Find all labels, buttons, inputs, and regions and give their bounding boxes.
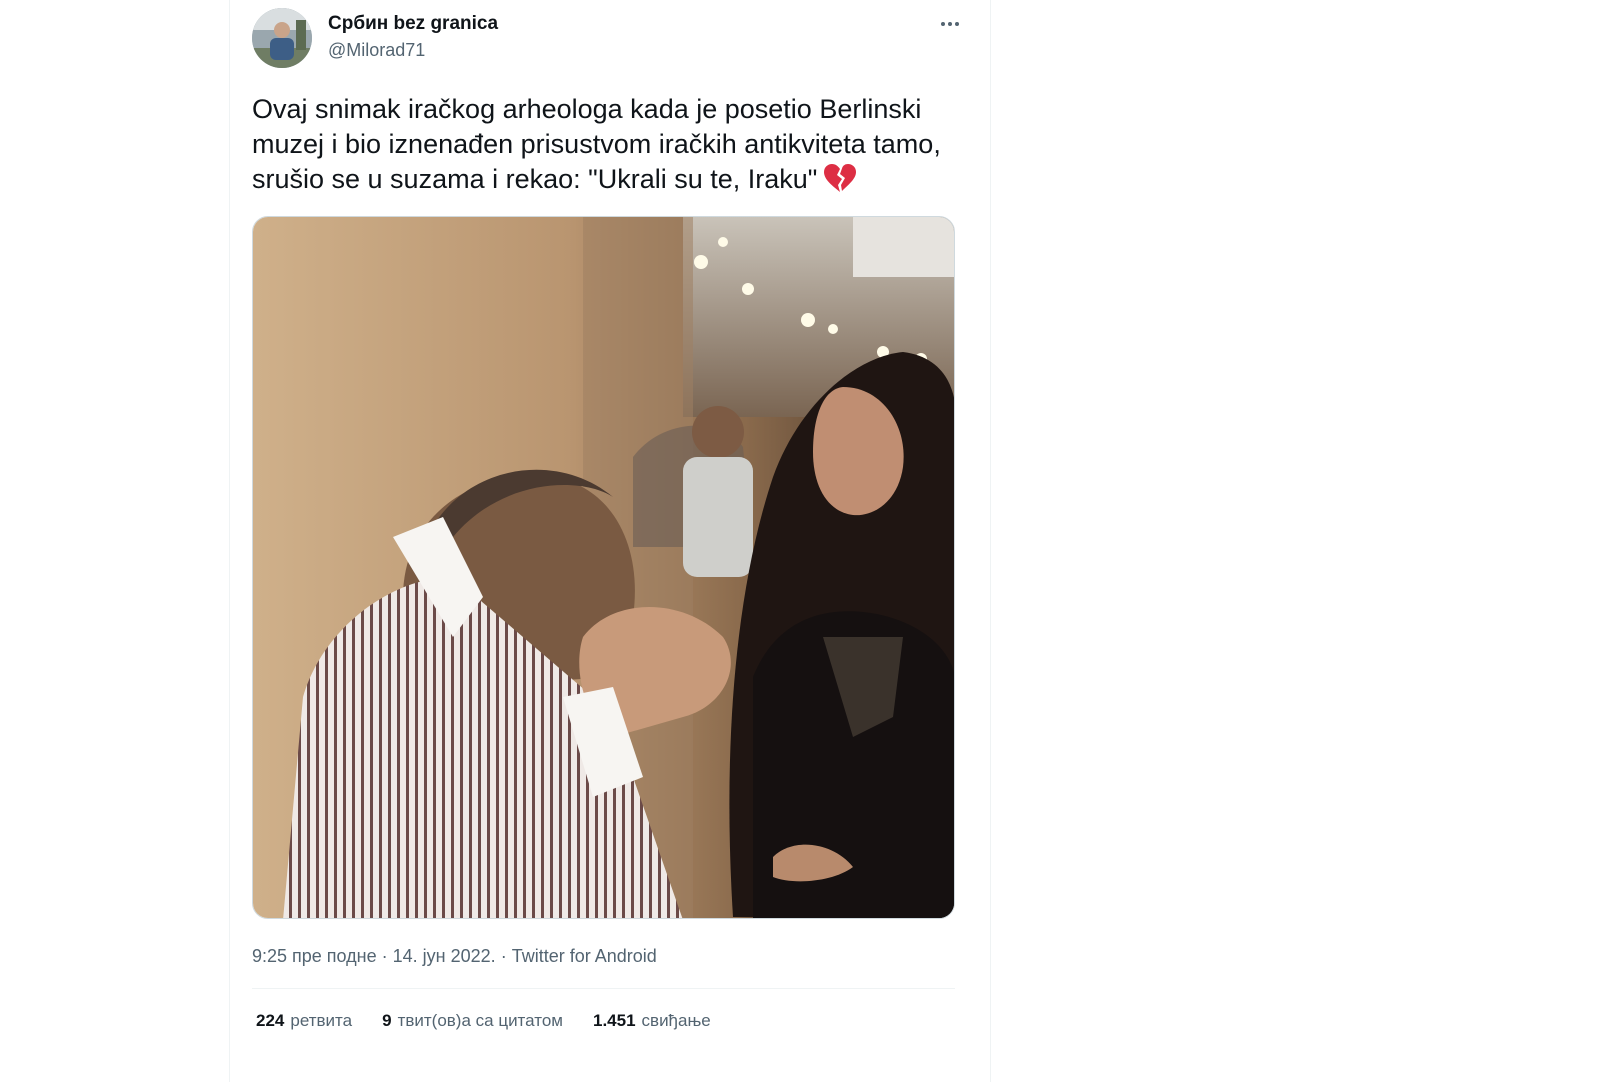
meta-separator: ·: [500, 946, 507, 966]
retweets-label: ретвита: [290, 1011, 353, 1030]
photo-image: [253, 217, 954, 918]
likes-label: свиђање: [641, 1011, 711, 1030]
tweet-column: Србин bez granica @Milorad71 Ovaj snimak…: [229, 0, 991, 1082]
author-info: Србин bez granica @Milorad71: [328, 12, 498, 62]
retweets-stat[interactable]: 224 ретвита: [256, 1010, 352, 1032]
broken-heart-icon: [823, 163, 857, 202]
quotes-label: твит(ов)а са цитатом: [397, 1011, 563, 1030]
tweet-photo[interactable]: [252, 216, 955, 919]
more-dot-icon: [941, 22, 945, 26]
quotes-stat[interactable]: 9 твит(ов)а са цитатом: [382, 1010, 563, 1032]
divider: [252, 988, 955, 989]
tweet-time[interactable]: 9:25 пре подне: [252, 946, 377, 966]
meta-separator: ·: [381, 946, 388, 966]
tweet-source[interactable]: Twitter for Android: [512, 946, 657, 966]
more-dot-icon: [955, 22, 959, 26]
avatar[interactable]: [252, 8, 312, 68]
tweet: Србин bez granica @Milorad71 Ovaj snimak…: [252, 8, 970, 1032]
tweet-stats: 224 ретвита 9 твит(ов)а са цитатом 1.451 св…: [252, 1010, 970, 1032]
quotes-count: 9: [382, 1011, 392, 1030]
tweet-header: Србин bez granica @Milorad71: [252, 8, 970, 70]
more-options-button[interactable]: [934, 12, 966, 36]
tweet-text: Ovaj snimak iračkog arheologa kada je po…: [252, 92, 970, 202]
user-handle[interactable]: @Milorad71: [328, 38, 498, 62]
tweet-date[interactable]: 14. јун 2022.: [393, 946, 496, 966]
page: Србин bez granica @Milorad71 Ovaj snimak…: [0, 0, 1600, 1082]
likes-stat[interactable]: 1.451 свиђање: [593, 1010, 711, 1032]
display-name[interactable]: Србин bez granica: [328, 12, 498, 36]
likes-count: 1.451: [592, 1011, 636, 1030]
retweets-count: 224: [256, 1011, 285, 1030]
tweet-metadata: 9:25 пре подне · 14. јун 2022. · Twitter…: [252, 945, 970, 967]
more-dot-icon: [948, 22, 952, 26]
avatar-image: [252, 8, 312, 68]
